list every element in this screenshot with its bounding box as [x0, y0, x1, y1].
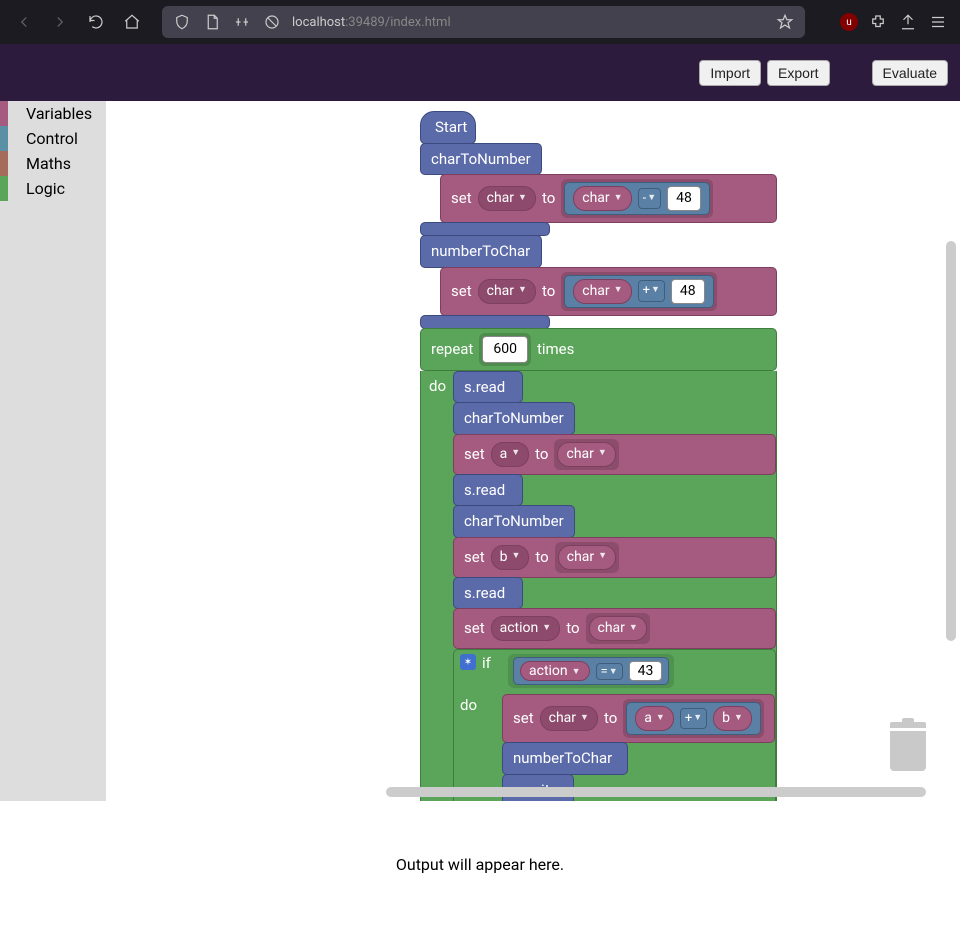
output-panel: Output will appear here.: [0, 801, 960, 927]
dropdown-icon[interactable]: ▼: [572, 666, 581, 677]
ublock-icon[interactable]: u: [840, 13, 858, 31]
page-icon: [202, 12, 222, 32]
set-a-block[interactable]: set a▼ to char▼: [453, 434, 776, 475]
category-variables[interactable]: Variables: [0, 101, 106, 126]
export-button[interactable]: Export: [767, 60, 829, 86]
swatch-icon: [0, 151, 8, 176]
start-block[interactable]: Start: [420, 111, 476, 144]
tracking-icon: [262, 12, 282, 32]
shield-icon: [172, 12, 192, 32]
permissions-icon: [232, 12, 252, 32]
horizontal-scrollbar[interactable]: [386, 787, 926, 797]
gear-icon[interactable]: ✶: [460, 654, 476, 670]
back-button[interactable]: [10, 8, 38, 36]
number-field[interactable]: 48: [671, 279, 705, 304]
dropdown-icon[interactable]: ▼: [614, 192, 623, 206]
block-stack[interactable]: Start charToNumber set char▼ to char▼ -▼…: [420, 111, 777, 801]
chartonumber-call[interactable]: charToNumber: [453, 402, 575, 435]
proc-footer[interactable]: [420, 222, 550, 236]
dropdown-icon[interactable]: ▼: [580, 712, 589, 726]
app-toolbar: Import Export Evaluate: [0, 44, 960, 101]
sread-block[interactable]: s.read: [453, 577, 523, 610]
dropdown-icon[interactable]: ▼: [614, 284, 623, 298]
dropdown-icon[interactable]: ▼: [609, 666, 618, 677]
numbertochar-call[interactable]: numberToChar: [502, 742, 628, 775]
star-icon[interactable]: [775, 12, 795, 32]
dropdown-icon[interactable]: ▼: [518, 192, 527, 206]
extensions-icon[interactable]: [868, 12, 888, 32]
set-b-block[interactable]: set b▼ to char▼: [453, 537, 776, 578]
main-area: Variables Control Maths Logic Start char…: [0, 101, 960, 801]
sread-block[interactable]: s.read: [453, 371, 523, 404]
dropdown-icon[interactable]: ▼: [629, 622, 638, 636]
swatch-icon: [0, 126, 8, 151]
do-label: do: [421, 371, 453, 802]
dropdown-icon[interactable]: ▼: [518, 284, 527, 298]
dropdown-icon[interactable]: ▼: [734, 712, 743, 726]
menu-icon[interactable]: [928, 12, 948, 32]
account-icon[interactable]: [898, 12, 918, 32]
dropdown-icon[interactable]: ▼: [598, 447, 607, 461]
dropdown-icon[interactable]: ▼: [511, 447, 520, 461]
proc-numbertochar[interactable]: numberToChar: [420, 235, 542, 268]
vertical-scrollbar[interactable]: [946, 241, 956, 641]
toolbox-sidebar: Variables Control Maths Logic: [0, 101, 106, 801]
swatch-icon: [0, 101, 8, 126]
chartonumber-call[interactable]: charToNumber: [453, 505, 575, 538]
set-char-block-2[interactable]: set char▼ to char▼ +▼ 48: [440, 267, 777, 316]
workspace[interactable]: Start charToNumber set char▼ to char▼ -▼…: [106, 101, 960, 801]
trash-icon[interactable]: [890, 722, 926, 771]
forward-button[interactable]: [46, 8, 74, 36]
number-field[interactable]: 43: [629, 661, 663, 681]
proc-footer[interactable]: [420, 315, 550, 329]
repeat-block[interactable]: repeat 600 times: [420, 328, 777, 371]
category-logic[interactable]: Logic: [0, 176, 106, 201]
swatch-icon: [0, 176, 8, 201]
browser-chrome: localhost:39489/index.html u: [0, 0, 960, 44]
url-bar[interactable]: localhost:39489/index.html: [162, 6, 805, 38]
reload-button[interactable]: [82, 8, 110, 36]
number-field[interactable]: 600: [482, 336, 528, 363]
set-action-block[interactable]: set action▼ to char▼: [453, 608, 776, 649]
proc-chartonumber[interactable]: charToNumber: [420, 143, 542, 176]
url-text: localhost:39489/index.html: [292, 15, 765, 30]
category-maths[interactable]: Maths: [0, 151, 106, 176]
if-block[interactable]: ✶if action▼ =▼ 43 do: [453, 649, 776, 801]
sread-block[interactable]: s.read: [453, 474, 523, 507]
home-button[interactable]: [118, 8, 146, 36]
repeat-body[interactable]: do s.read charToNumber set a▼ to char▼ s…: [420, 371, 777, 802]
dropdown-icon[interactable]: ▼: [511, 550, 520, 564]
dropdown-icon[interactable]: ▼: [656, 712, 665, 726]
set-char-plus[interactable]: set char▼ to a▼ +▼ b▼: [502, 694, 775, 743]
import-button[interactable]: Import: [699, 60, 761, 86]
dropdown-icon[interactable]: ▼: [542, 622, 551, 636]
dropdown-icon[interactable]: ▼: [651, 284, 660, 298]
dropdown-icon[interactable]: ▼: [598, 550, 607, 564]
dropdown-icon[interactable]: ▼: [647, 192, 656, 206]
category-control[interactable]: Control: [0, 126, 106, 151]
set-char-block[interactable]: set char▼ to char▼ -▼ 48: [440, 174, 777, 223]
dropdown-icon[interactable]: ▼: [693, 712, 702, 726]
evaluate-button[interactable]: Evaluate: [872, 60, 948, 86]
number-field[interactable]: 48: [667, 186, 701, 211]
